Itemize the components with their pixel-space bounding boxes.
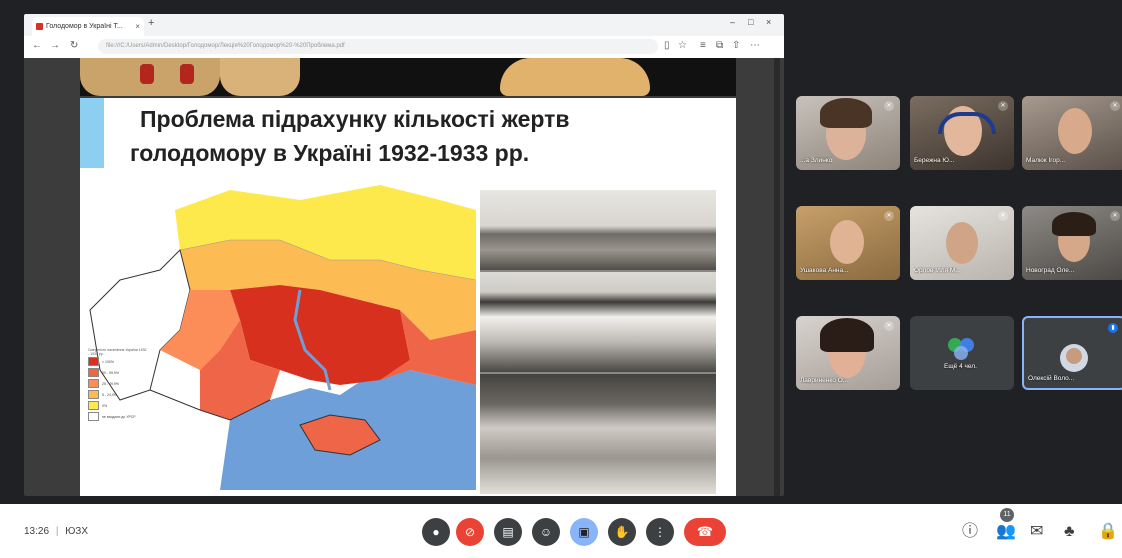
raise-hand-icon[interactable]: ✋ (608, 518, 636, 546)
participant-tile[interactable]: ✕ Малюк Ігор... (1022, 96, 1122, 170)
slide-corner-decor (80, 98, 104, 168)
participant-tile[interactable]: ✕ Орлов Ілля М... (910, 206, 1014, 280)
meet-window: Голодомор в Україні Т... × + – □ × ← → ↻… (0, 0, 1122, 558)
more-icon[interactable]: ⋯ (750, 40, 760, 51)
share-icon[interactable]: ⇧ (732, 40, 740, 51)
mic-off-icon: ✕ (884, 321, 894, 331)
browser-tab-title: Голодомор в Україні Т... (46, 23, 123, 30)
legend-swatch (88, 379, 99, 388)
browser-addressbar: ← → ↻ file:///C:/Users/Admin/Desktop/Гол… (24, 36, 784, 59)
mic-off-icon: ✕ (998, 211, 1008, 221)
legend-item: > 100% (88, 356, 158, 367)
previous-slide-image (80, 58, 736, 96)
presentation-slide: Проблема підрахунку кількості жертв голо… (80, 98, 736, 496)
url-field[interactable]: file:///C:/Users/Admin/Desktop/Голодомор… (98, 39, 658, 54)
mic-icon[interactable]: ● (422, 518, 450, 546)
mic-off-icon: ✕ (884, 211, 894, 221)
pdf-scrollbar[interactable] (774, 58, 780, 496)
forward-icon[interactable]: → (50, 40, 60, 51)
people-count-badge: 11 (1000, 508, 1014, 522)
browser-tab[interactable]: Голодомор в Україні Т... × (32, 17, 144, 36)
close-window-button[interactable]: × (766, 17, 771, 27)
participant-name: Лавриненко О... (800, 377, 849, 384)
captions-icon[interactable]: ▤ (494, 518, 522, 546)
legend-swatch (88, 412, 99, 421)
hangup-icon[interactable]: ☎ (684, 518, 726, 546)
participant-name: Малюк Ігор... (1026, 157, 1066, 164)
shared-screen: Голодомор в Україні Т... × + – □ × ← → ↻… (24, 14, 784, 496)
photo-trenches-2 (480, 272, 716, 372)
favorites-icon[interactable]: ≡ (700, 40, 706, 51)
minimize-button[interactable]: – (730, 17, 735, 27)
legend-item: 50 - 99,9% (88, 367, 158, 378)
participant-name: ...а Злинко (800, 157, 833, 164)
info-icon[interactable]: ⓘ (962, 522, 978, 542)
collections-icon[interactable]: ⧉ (716, 40, 723, 51)
maximize-button[interactable]: □ (748, 17, 753, 27)
separator: | (55, 526, 59, 537)
pdf-viewer: Проблема підрахунку кількості жертв голо… (24, 58, 784, 496)
more-participants-tile[interactable]: Ещё 4 чел. (910, 316, 1014, 390)
legend-item: 0% (88, 400, 158, 411)
meeting-controls-bar: 13:26 | ЮЗХ ● ⊘ ▤ ☺ ▣ ✋ ⋮ ☎ ⓘ 11 👥 ✉ ♣ 🔒 (0, 504, 1122, 558)
chat-icon[interactable]: ✉ (1030, 522, 1043, 542)
photo-trenches-3 (480, 374, 716, 494)
more-options-icon[interactable]: ⋮ (646, 518, 674, 546)
legend-title: Смертність населення України 1932 - 1933… (88, 348, 147, 356)
legend-swatch (88, 390, 99, 399)
participant-name: Олексій Воло... (1028, 375, 1075, 382)
host-controls-icon[interactable]: 🔒 (1098, 522, 1118, 542)
present-icon[interactable]: ▣ (570, 518, 598, 546)
meeting-code: ЮЗХ (65, 526, 89, 537)
legend-item: 5 - 24,9% (88, 389, 158, 400)
legend-item: не входили до УРСР (88, 411, 158, 422)
mic-off-icon: ✕ (998, 101, 1008, 111)
legend-swatch (88, 401, 99, 410)
back-icon[interactable]: ← (32, 40, 42, 51)
map-legend: Смертність населення України 1932 - 1933… (88, 348, 158, 422)
photo-trenches-1 (480, 190, 716, 270)
mic-off-icon: ✕ (884, 101, 894, 111)
participant-tile[interactable]: ✕ Бережна Ю... (910, 96, 1014, 170)
participant-name: Новоград Оле... (1026, 267, 1075, 274)
legend-swatch (88, 357, 99, 366)
favorite-star-icon[interactable]: ☆ (678, 40, 687, 51)
slide-title: Проблема підрахунку кількості жертв голо… (130, 106, 570, 166)
tab-close-icon[interactable]: × (135, 17, 140, 36)
new-tab-button[interactable]: + (148, 17, 154, 29)
participant-name: Ещё 4 чел. (944, 363, 977, 370)
read-aloud-icon[interactable]: ▯ (664, 40, 670, 51)
activities-icon[interactable]: ♣ (1064, 522, 1075, 542)
reload-icon[interactable]: ↻ (70, 40, 78, 51)
people-icon[interactable]: 👥 (996, 522, 1016, 542)
participant-tile[interactable]: ✕ ...а Злинко (796, 96, 900, 170)
speaking-indicator-icon: ▮ (1108, 323, 1118, 333)
emoji-icon[interactable]: ☺ (532, 518, 560, 546)
legend-swatch (88, 368, 99, 377)
mic-off-icon: ✕ (1110, 101, 1120, 111)
camera-off-icon[interactable]: ⊘ (456, 518, 484, 546)
historical-photos (480, 190, 716, 494)
participant-tile-speaking[interactable]: ▮ Олексій Воло... (1022, 316, 1122, 390)
participant-name: Ушакова Анна... (800, 267, 849, 274)
participant-tile[interactable]: ✕ Лавриненко О... (796, 316, 900, 390)
mic-off-icon: ✕ (1110, 211, 1120, 221)
browser-titlebar: Голодомор в Україні Т... × + – □ × (24, 14, 784, 36)
meeting-clock: 13:26 | ЮЗХ (24, 526, 88, 537)
pdf-favicon-icon (36, 23, 43, 30)
participant-name: Бережна Ю... (914, 157, 955, 164)
legend-item: 25 - 49,9% (88, 378, 158, 389)
participant-tile[interactable]: ✕ Ушакова Анна... (796, 206, 900, 280)
participant-name: Орлов Ілля М... (914, 267, 961, 274)
famine-map (80, 170, 476, 490)
participant-tile[interactable]: ✕ Новоград Оле... (1022, 206, 1122, 280)
meeting-time: 13:26 (24, 526, 50, 537)
